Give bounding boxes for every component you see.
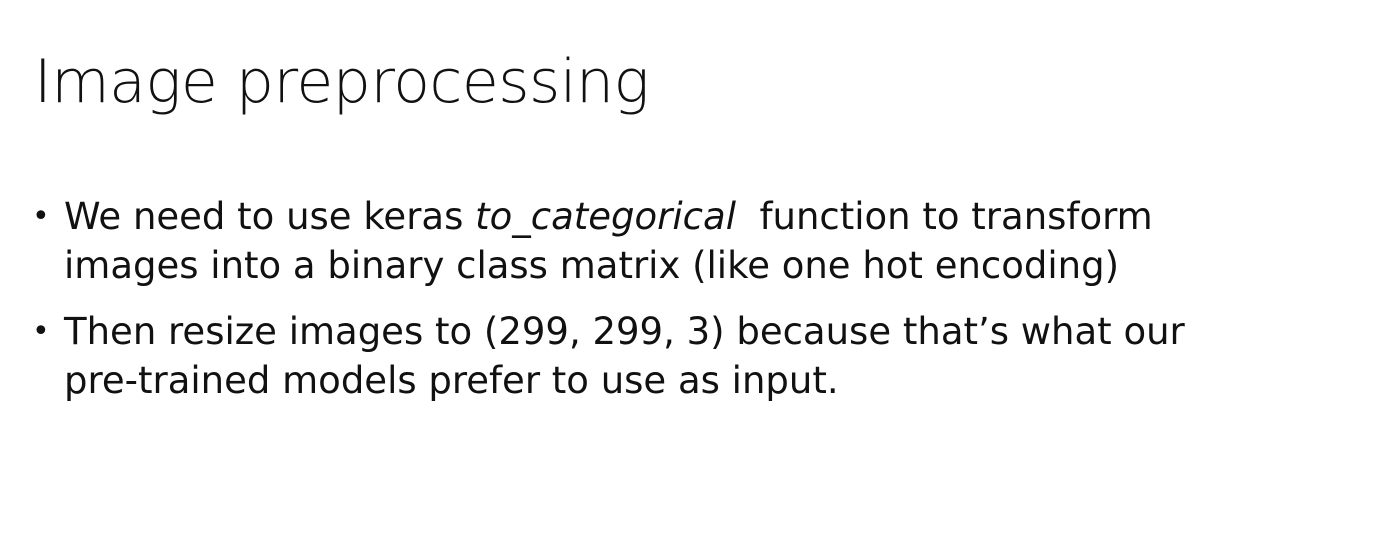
bullet-list: • We need to use keras to_categorical fu… bbox=[30, 192, 1350, 422]
code-term: to_categorical bbox=[475, 195, 736, 238]
bullet-line: Then resize images to (299, 299, 3) beca… bbox=[64, 310, 1185, 353]
bullet-item: • We need to use keras to_categorical fu… bbox=[30, 192, 1350, 290]
slide-title: Image preprocessing bbox=[34, 47, 650, 117]
bullet-line: We need to use keras to_categorical func… bbox=[64, 192, 1350, 241]
bullet-dot-icon: • bbox=[32, 199, 50, 234]
bullet-text: We need to use keras bbox=[64, 195, 476, 238]
bullet-line: pre-trained models prefer to use as inpu… bbox=[64, 359, 839, 402]
bullet-line: images into a binary class matrix (like … bbox=[64, 244, 1120, 287]
slide: Image preprocessing • We need to use ker… bbox=[0, 0, 1376, 545]
bullet-text: function to transform bbox=[735, 195, 1153, 238]
bullet-item: • Then resize images to (299, 299, 3) be… bbox=[30, 307, 1350, 405]
bullet-dot-icon: • bbox=[32, 314, 50, 349]
